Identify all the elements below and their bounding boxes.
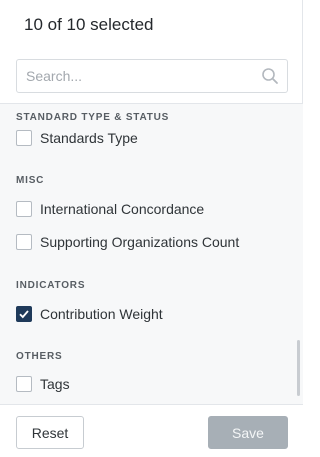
option-standards-type[interactable]: Standards Type xyxy=(16,127,138,149)
search-box xyxy=(16,59,288,93)
selection-count-title: 10 of 10 selected xyxy=(24,15,154,34)
option-contribution-weight[interactable]: Contribution Weight xyxy=(16,303,163,325)
option-label: International Concordance xyxy=(40,201,205,217)
option-tags[interactable]: Tags xyxy=(16,373,70,395)
group-title-others: OTHERS xyxy=(16,351,63,362)
group-title-indicators: INDICATORS xyxy=(16,280,86,291)
option-international-concordance[interactable]: International Concordance xyxy=(16,198,204,220)
search-bar xyxy=(0,50,302,104)
options-list[interactable]: STANDARD TYPE & STATUS Standards Type MI… xyxy=(0,104,303,404)
group-title-misc: MISC xyxy=(16,175,45,186)
option-supporting-organizations-count[interactable]: Supporting Organizations Count xyxy=(16,231,239,253)
international-concordance-checkbox[interactable] xyxy=(16,201,32,217)
standards-type-checkbox[interactable] xyxy=(16,130,32,146)
list-scrollbar[interactable] xyxy=(297,340,300,396)
check-icon xyxy=(19,310,29,319)
tags-checkbox[interactable] xyxy=(16,376,32,392)
reset-button[interactable]: Reset xyxy=(16,416,84,449)
option-label: Contribution Weight xyxy=(40,306,163,322)
search-icon xyxy=(261,67,279,85)
supporting-organizations-count-checkbox[interactable] xyxy=(16,234,32,250)
save-button[interactable]: Save xyxy=(208,416,288,449)
option-label: Tags xyxy=(40,376,70,392)
search-input[interactable] xyxy=(17,60,287,92)
group-title-standard-type-status: STANDARD TYPE & STATUS xyxy=(16,112,170,123)
option-label: Supporting Organizations Count xyxy=(40,234,240,250)
contribution-weight-checkbox[interactable] xyxy=(16,306,32,322)
column-selector-panel: 10 of 10 selected STANDARD TYPE & STATUS… xyxy=(0,0,303,457)
panel-footer: Reset Save xyxy=(0,404,303,457)
option-label: Standards Type xyxy=(40,130,138,146)
